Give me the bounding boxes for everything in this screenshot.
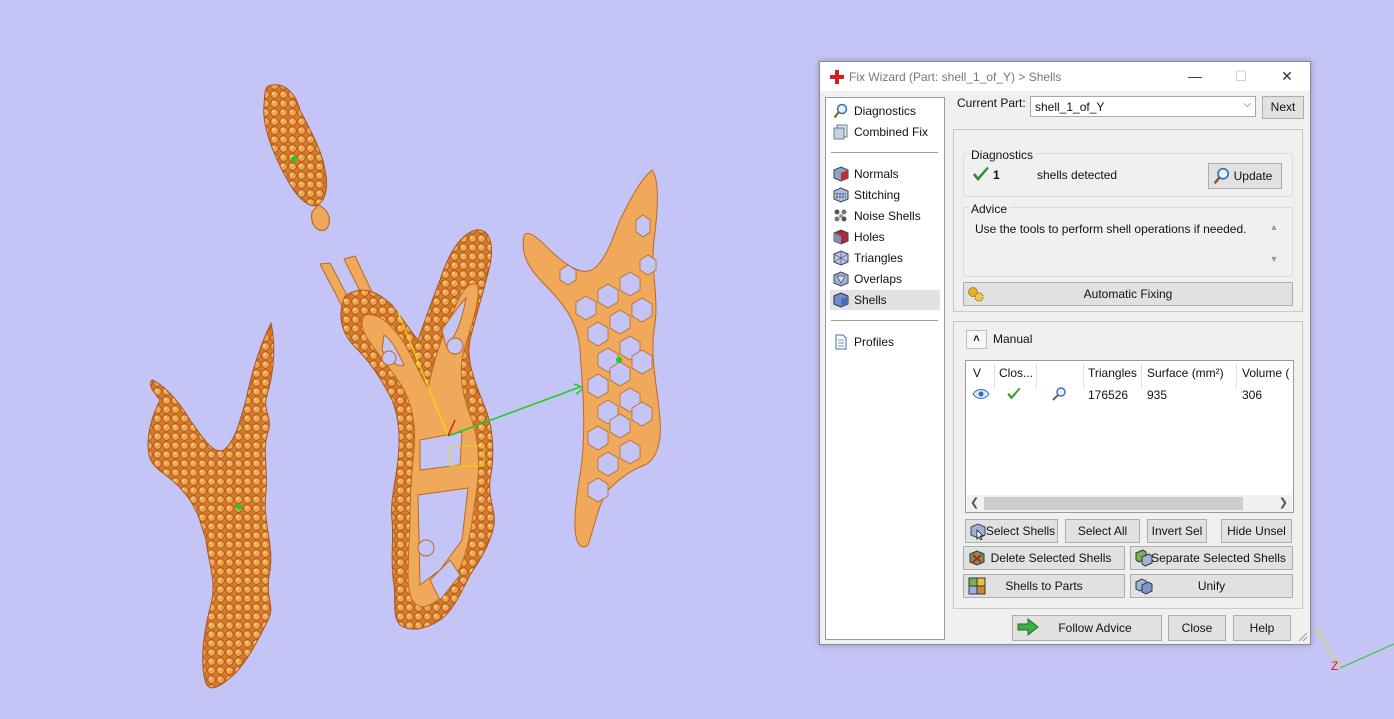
chevron-down-icon: ⌵ — [1243, 99, 1251, 110]
shell-count: 1 — [993, 168, 1000, 182]
magnifier-icon — [833, 103, 848, 119]
help-button[interactable]: Help — [1233, 615, 1291, 641]
triangles-icon — [833, 250, 849, 266]
follow-advice-button[interactable]: Follow Advice — [1012, 615, 1162, 641]
red-cross-icon — [830, 70, 844, 84]
holes-icon — [833, 229, 849, 245]
title-bar[interactable]: Fix Wizard (Part: shell_1_of_Y) > Shells… — [820, 62, 1310, 91]
nav-item-triangles[interactable]: Triangles — [830, 248, 940, 268]
column-header-visible[interactable]: V — [973, 366, 981, 380]
document-icon — [835, 334, 847, 350]
column-header-triangles[interactable]: Triangles — [1088, 366, 1137, 380]
checkmark-icon — [973, 167, 989, 181]
nav-item-noise-shells[interactable]: Noise Shells — [830, 206, 940, 226]
collapse-manual-button[interactable]: ˄ — [966, 330, 987, 349]
advice-text: Use the tools to perform shell operation… — [975, 222, 1247, 236]
nav-item-profiles[interactable]: Profiles — [830, 332, 940, 352]
normals-icon — [833, 166, 849, 182]
hide-unsel-button[interactable]: Hide Unsel — [1221, 519, 1292, 543]
advice-box — [963, 207, 1293, 277]
shells-to-parts-icon — [968, 577, 986, 595]
nav-item-shells[interactable]: Shells — [830, 290, 940, 310]
axis-z-label: Z — [1331, 659, 1338, 673]
next-button[interactable]: Next — [1262, 96, 1304, 119]
gears-icon — [968, 287, 984, 302]
current-part-select[interactable]: shell_1_of_Y ⌵ — [1030, 96, 1256, 117]
table-row[interactable]: 176526 935 306 — [966, 384, 1293, 406]
arrow-right-icon — [1017, 618, 1039, 636]
automatic-fixing-button[interactable]: Automatic Fixing — [963, 282, 1293, 306]
horizontal-scrollbar[interactable]: ❮ ❯ — [967, 495, 1292, 512]
column-header-surface[interactable]: Surface (mm²) — [1147, 366, 1224, 380]
stitching-icon — [833, 187, 849, 203]
separate-selected-shells-button[interactable]: Separate Selected Shells — [1130, 546, 1293, 570]
select-shells-icon — [970, 523, 986, 540]
current-part-value: shell_1_of_Y — [1035, 100, 1105, 114]
scroll-down-icon[interactable]: ▼ — [1267, 254, 1281, 264]
scrollbar-thumb[interactable] — [984, 497, 1243, 510]
shell-piece-top[interactable] — [263, 84, 331, 231]
noise-shells-icon — [834, 209, 847, 222]
nav-item-normals[interactable]: Normals — [830, 164, 940, 184]
checkmark-icon — [1007, 387, 1021, 400]
column-header-volume[interactable]: Volume ( — [1242, 366, 1289, 380]
select-all-button[interactable]: Select All — [1065, 519, 1140, 543]
unify-icon — [1135, 578, 1153, 595]
shells-detected-text: shells detected — [1037, 168, 1118, 182]
nav-item-holes[interactable]: Holes — [830, 227, 940, 247]
unify-button[interactable]: Unify — [1130, 574, 1293, 598]
nav-item-combined-fix[interactable]: Combined Fix — [830, 122, 940, 142]
advice-heading: Advice — [969, 202, 1010, 216]
magnifier-icon — [1213, 167, 1230, 185]
shells-to-parts-button[interactable]: Shells to Parts — [963, 574, 1125, 598]
close-window-button[interactable]: ✕ — [1264, 62, 1310, 91]
shell-piece-center[interactable] — [319, 229, 586, 630]
volume-cell: 306 — [1242, 388, 1263, 402]
separate-shells-icon — [1135, 549, 1153, 567]
delete-shell-icon — [969, 550, 985, 566]
surface-cell: 935 — [1147, 388, 1168, 402]
window-title: Fix Wizard (Part: shell_1_of_Y) > Shells — [849, 70, 1062, 84]
scroll-left-icon[interactable]: ❮ — [970, 496, 979, 509]
column-header-closed[interactable]: Clos... — [999, 366, 1033, 380]
scroll-up-icon[interactable]: ▲ — [1267, 222, 1281, 232]
shells-icon — [833, 292, 849, 308]
eye-icon[interactable] — [972, 388, 990, 400]
select-shells-button[interactable]: Select Shells — [965, 519, 1058, 543]
triangles-cell: 176526 — [1088, 388, 1129, 402]
current-part-label: Current Part: — [957, 96, 1026, 110]
close-button[interactable]: Close — [1168, 615, 1226, 641]
nav-item-diagnostics[interactable]: Diagnostics — [830, 101, 940, 121]
overlaps-icon — [833, 271, 849, 287]
nav-separator — [831, 320, 938, 321]
nav-separator — [831, 152, 938, 153]
axis-triad: Z — [1315, 627, 1394, 673]
shells-table[interactable]: V Clos... Triangles Surface (mm²) Volume… — [965, 360, 1294, 513]
fix-wizard-window: Fix Wizard (Part: shell_1_of_Y) > Shells… — [819, 61, 1311, 645]
shell-piece-right[interactable] — [522, 169, 661, 548]
minimize-button[interactable]: — — [1172, 62, 1218, 91]
update-button[interactable]: Update — [1208, 163, 1282, 189]
manual-heading: Manual — [993, 332, 1033, 346]
scroll-right-icon[interactable]: ❯ — [1279, 496, 1288, 509]
combined-fix-icon — [833, 124, 848, 140]
resize-grip-icon[interactable] — [1298, 632, 1308, 642]
nav-item-overlaps[interactable]: Overlaps — [830, 269, 940, 289]
shell-piece-left[interactable] — [147, 321, 275, 689]
diagnostics-heading: Diagnostics — [969, 148, 1036, 162]
magnifier-icon[interactable] — [1051, 386, 1067, 402]
delete-selected-shells-button[interactable]: Delete Selected Shells — [963, 546, 1125, 570]
nav-item-stitching[interactable]: Stitching — [830, 185, 940, 205]
wizard-nav: Diagnostics Combined Fix Normals Stitchi… — [825, 97, 945, 640]
maximize-button[interactable]: ☐ — [1218, 62, 1264, 91]
invert-sel-button[interactable]: Invert Sel — [1147, 519, 1207, 543]
